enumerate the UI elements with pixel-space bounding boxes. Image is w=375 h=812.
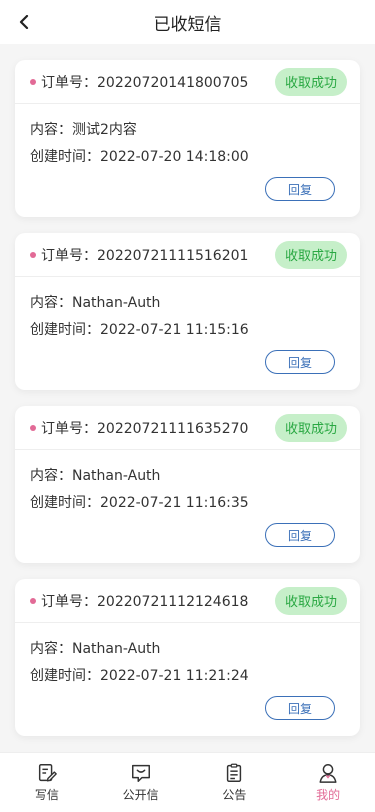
sms-card: 订单号：20220720141800705 收取成功 内容：测试2内容 创建时间… (15, 60, 360, 217)
time-row: 创建时间：2022-07-21 11:16:35 (30, 495, 249, 511)
time-row: 创建时间：2022-07-21 11:15:16 (30, 322, 249, 338)
bottom-tab-bar: 写信 公开信 公告 我的 (0, 752, 375, 812)
dot-icon (30, 597, 36, 604)
reply-button[interactable]: 回复 (265, 696, 335, 720)
dot-icon (30, 424, 36, 431)
content-row: 内容：Nathan-Auth (30, 468, 161, 484)
chevron-left-icon (19, 15, 29, 29)
status-badge: 收取成功 (274, 413, 347, 442)
tab-mine[interactable]: 我的 (281, 753, 375, 812)
card-header: 订单号：20220720141800705 收取成功 (15, 60, 360, 104)
order-number: 订单号：20220720141800705 (41, 74, 249, 91)
dot-icon (30, 251, 36, 258)
tab-announcement[interactable]: 公告 (188, 753, 282, 812)
header-bar: 已收短信 (0, 0, 375, 44)
status-badge: 收取成功 (274, 240, 347, 269)
card-body: 内容：Nathan-Auth 创建时间：2022-07-21 11:21:24 (15, 623, 360, 685)
back-button[interactable] (10, 8, 38, 36)
reply-button[interactable]: 回复 (265, 523, 335, 547)
clipboard-icon (227, 763, 242, 782)
order-number: 订单号：20220721111635270 (41, 420, 249, 437)
reply-button[interactable]: 回复 (265, 177, 335, 201)
card-header: 订单号：20220721111635270 收取成功 (15, 406, 360, 450)
tab-label: 公开信 (122, 788, 159, 802)
card-header: 订单号：20220721112124618 收取成功 (15, 579, 360, 623)
content-row: 内容：测试2内容 (30, 122, 137, 138)
order-number: 订单号：20220721111516201 (41, 247, 249, 264)
user-icon (319, 764, 337, 783)
dot-icon (30, 78, 36, 85)
tab-label: 写信 (34, 788, 59, 802)
tab-label: 我的 (316, 788, 341, 802)
sms-list[interactable]: 订单号：20220720141800705 收取成功 内容：测试2内容 创建时间… (0, 44, 375, 752)
message-icon (131, 764, 150, 782)
card-body: 内容：Nathan-Auth 创建时间：2022-07-21 11:16:35 (15, 450, 360, 512)
content-row: 内容：Nathan-Auth (30, 295, 161, 311)
edit-icon (38, 764, 57, 782)
content-row: 内容：Nathan-Auth (30, 641, 161, 657)
sms-card: 订单号：20220721111635270 收取成功 内容：Nathan-Aut… (15, 406, 360, 563)
card-body: 内容：测试2内容 创建时间：2022-07-20 14:18:00 (15, 104, 360, 166)
card-header: 订单号：20220721111516201 收取成功 (15, 233, 360, 277)
status-badge: 收取成功 (274, 67, 347, 96)
tab-label: 公告 (222, 788, 247, 802)
page-title: 已收短信 (153, 14, 222, 35)
order-number: 订单号：20220721112124618 (41, 593, 249, 610)
reply-button[interactable]: 回复 (265, 350, 335, 374)
card-body: 内容：Nathan-Auth 创建时间：2022-07-21 11:15:16 (15, 277, 360, 339)
time-row: 创建时间：2022-07-20 14:18:00 (30, 149, 249, 165)
sms-card: 订单号：20220721111516201 收取成功 内容：Nathan-Aut… (15, 233, 360, 390)
status-badge: 收取成功 (274, 586, 347, 615)
tab-public-letter[interactable]: 公开信 (94, 753, 188, 812)
sms-card: 订单号：20220721112124618 收取成功 内容：Nathan-Aut… (15, 579, 360, 736)
tab-write[interactable]: 写信 (0, 753, 94, 812)
time-row: 创建时间：2022-07-21 11:21:24 (30, 668, 249, 684)
